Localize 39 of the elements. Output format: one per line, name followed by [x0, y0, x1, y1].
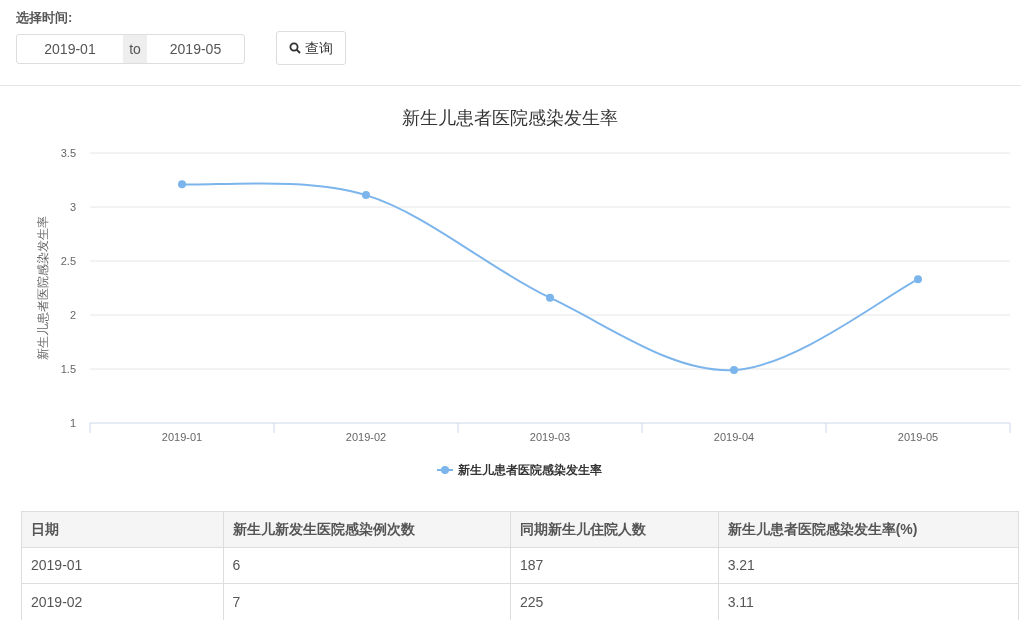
- search-icon: [289, 42, 301, 54]
- table-cell: 3.11: [717, 584, 1018, 620]
- data-point: [178, 180, 186, 189]
- y-tick-label: 2.5: [60, 255, 76, 267]
- x-tick-label: 2019-02: [345, 431, 387, 443]
- x-tick-label: 2019-03: [529, 431, 571, 443]
- table-cell: 6: [222, 548, 511, 583]
- x-tick-label: 2019-01: [161, 431, 203, 443]
- x-tick-label: 2019-04: [713, 431, 755, 443]
- table-cell: 187: [510, 548, 718, 583]
- start-date[interactable]: 2019-01: [17, 35, 123, 63]
- data-point: [546, 293, 554, 302]
- table-cell: 3.21: [717, 548, 1018, 583]
- column-header: 日期: [30, 520, 60, 539]
- x-tick-label: 2019-05: [897, 431, 939, 443]
- chart-title: 新生儿患者医院感染发生率: [402, 108, 618, 128]
- table-cell: 7: [222, 584, 511, 620]
- column-header: 同期新生儿住院人数: [510, 512, 718, 547]
- data-point: [730, 366, 738, 375]
- data-point: [914, 275, 922, 284]
- data-point: [362, 191, 370, 200]
- legend-marker-icon: [436, 466, 454, 474]
- y-tick-label: 1: [69, 417, 76, 429]
- legend-label: 新生儿患者医院感染发生率: [458, 463, 602, 477]
- table-cell-text: 2019-01: [30, 556, 84, 575]
- y-tick-label: 1.5: [60, 363, 76, 375]
- y-tick-label: 2: [69, 309, 76, 321]
- column-header: 新生儿患者医院感染发生率(%): [717, 512, 1018, 547]
- date-range-field[interactable]: 2019-01 to 2019-05: [16, 34, 245, 64]
- time-label: 选择时间:: [16, 10, 74, 26]
- query-button[interactable]: 查询: [276, 31, 346, 65]
- y-axis-title: 新生儿患者医院感染发生率: [36, 216, 50, 360]
- table-cell-text: 2019-02: [30, 592, 84, 612]
- range-separator: to: [123, 35, 147, 63]
- y-tick-label: 3.5: [60, 147, 76, 159]
- end-date[interactable]: 2019-05: [147, 35, 244, 63]
- column-header: 新生儿新发生医院感染例次数: [222, 512, 511, 547]
- y-tick-label: 3: [69, 201, 76, 213]
- table-cell: 225: [510, 584, 718, 620]
